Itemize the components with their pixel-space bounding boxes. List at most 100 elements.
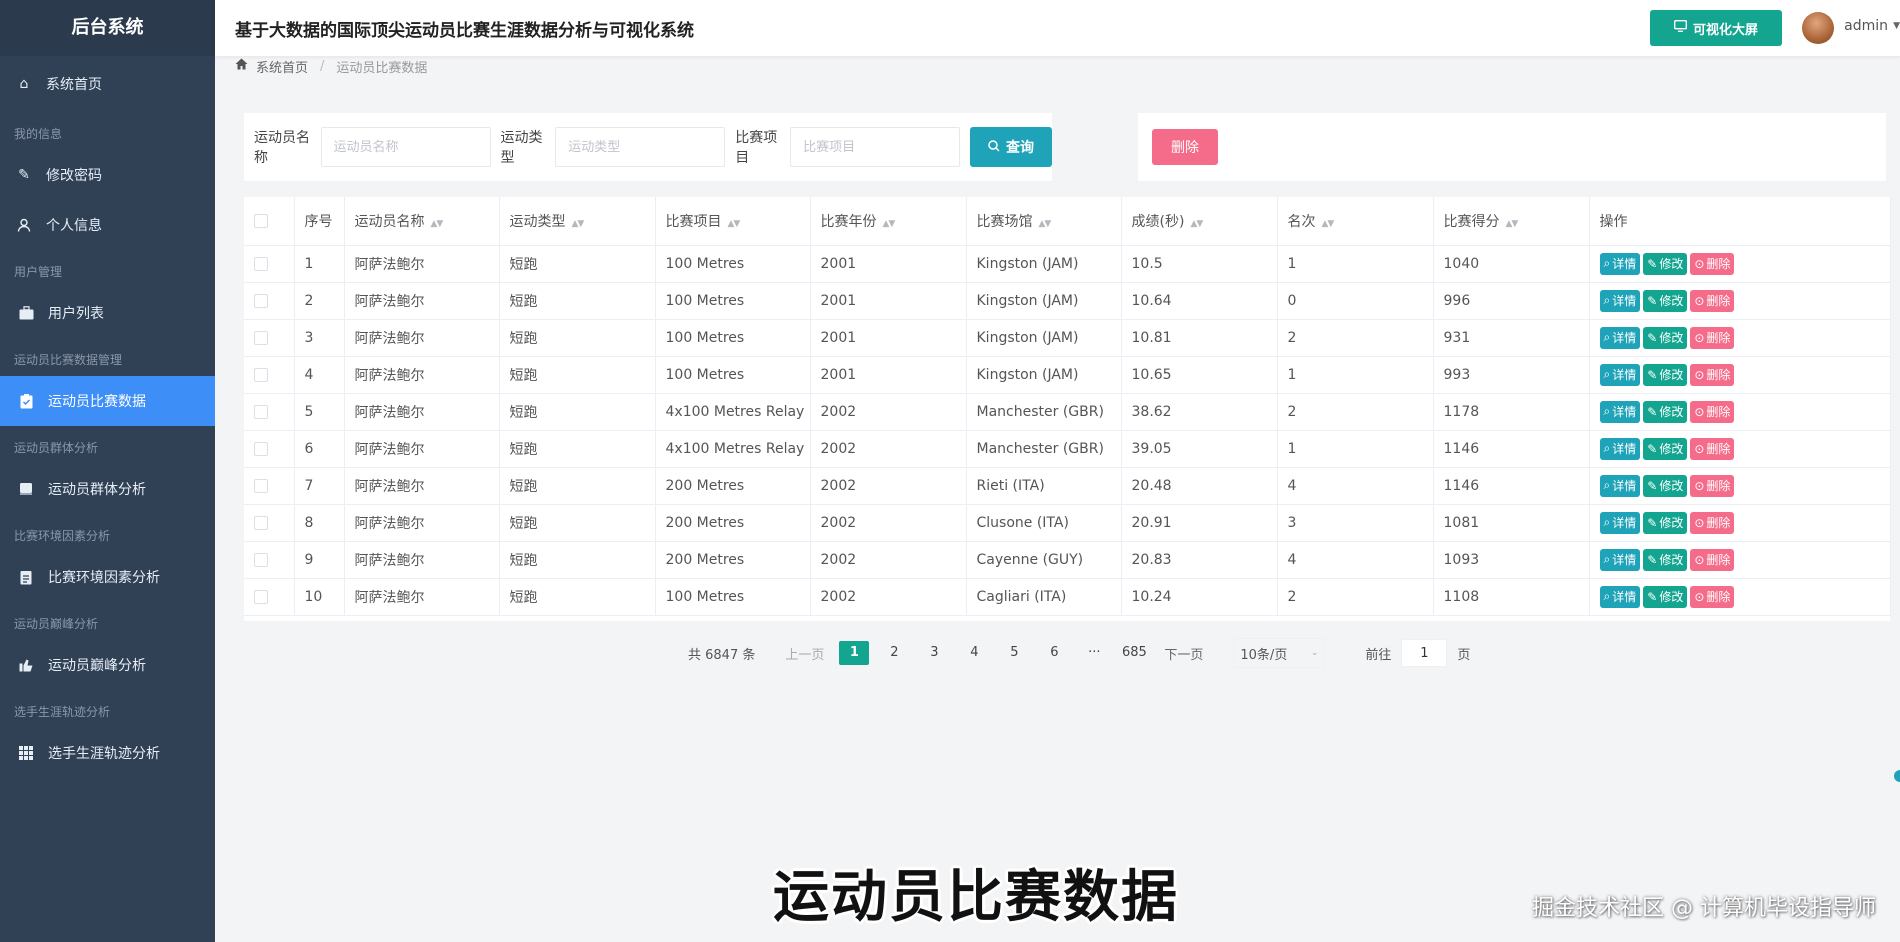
column-header[interactable]: 比赛项目 ▲▼ — [655, 197, 811, 246]
column-header[interactable]: 比赛得分 ▲▼ — [1433, 197, 1590, 246]
avatar[interactable] — [1802, 12, 1834, 44]
table-cell: 短跑 — [499, 319, 656, 357]
page-4[interactable]: 4 — [959, 641, 989, 665]
sort-icon[interactable]: ▲▼ — [1039, 219, 1052, 229]
search-icon — [988, 139, 1000, 155]
sidebar-item-environment[interactable]: 比赛环境因素分析 — [0, 552, 215, 602]
column-header: 序号 — [294, 197, 345, 246]
page-2[interactable]: 2 — [879, 641, 909, 665]
athlete-name-input[interactable] — [320, 127, 491, 167]
sidebar-item-label: 修改密码 — [46, 168, 102, 184]
monitor-icon — [1673, 19, 1687, 36]
sort-icon[interactable]: ▲▼ — [728, 219, 741, 229]
breadcrumb-home[interactable]: 系统首页 — [256, 57, 308, 76]
batch-delete-button[interactable]: 删除 — [1152, 129, 1218, 165]
detail-button[interactable]: ⌕ 详情 — [1599, 437, 1641, 460]
table-cell: 6 — [294, 430, 345, 468]
detail-button[interactable]: ⌕ 详情 — [1599, 252, 1641, 275]
page-6[interactable]: 6 — [1039, 641, 1069, 665]
delete-button[interactable]: ⊙ 删除 — [1690, 511, 1735, 534]
column-header[interactable]: 运动员名称 ▲▼ — [344, 197, 500, 246]
edit-button[interactable]: ✎ 修改 — [1643, 326, 1688, 349]
edit-button[interactable]: ✎ 修改 — [1643, 474, 1688, 497]
sort-icon[interactable]: ▲▼ — [431, 219, 444, 229]
caret-down-icon[interactable]: ▼ — [1893, 21, 1900, 31]
page-last[interactable]: 685 — [1119, 641, 1149, 665]
detail-button[interactable]: ⌕ 详情 — [1599, 585, 1641, 608]
column-header[interactable]: 名次 ▲▼ — [1277, 197, 1434, 246]
sidebar-item-match-data[interactable]: 运动员比赛数据 — [0, 376, 215, 426]
row-checkbox[interactable] — [254, 330, 268, 345]
sort-icon[interactable]: ▲▼ — [1190, 219, 1203, 229]
edit-button[interactable]: ✎ 修改 — [1643, 437, 1688, 460]
delete-button[interactable]: ⊙ 删除 — [1690, 437, 1735, 460]
sort-icon[interactable]: ▲▼ — [572, 219, 585, 229]
select-all-checkbox[interactable] — [254, 213, 268, 228]
delete-button[interactable]: ⊙ 删除 — [1690, 363, 1735, 386]
page-size-select[interactable]: 10条/页 ⌄ — [1233, 638, 1326, 668]
event-input[interactable] — [790, 127, 961, 167]
edit-button[interactable]: ✎ 修改 — [1643, 289, 1688, 312]
row-checkbox[interactable] — [254, 404, 268, 419]
column-header[interactable]: 成绩(秒) ▲▼ — [1121, 197, 1278, 246]
table-cell: 993 — [1433, 356, 1590, 394]
table-header-row: 序号 运动员名称 ▲▼ 运动类型 ▲▼ 比赛项目 ▲▼ 比赛年份 ▲▼ 比赛场馆 ▲▼ 成… — [244, 197, 1891, 246]
sidebar-item-group-analysis[interactable]: 运动员群体分析 — [0, 464, 215, 514]
row-checkbox[interactable] — [254, 478, 268, 493]
delete-button[interactable]: ⊙ 删除 — [1690, 400, 1735, 423]
edit-button[interactable]: ✎ 修改 — [1643, 252, 1688, 275]
edit-button[interactable]: ✎ 修改 — [1643, 548, 1688, 571]
delete-button[interactable]: ⊙ 删除 — [1690, 252, 1735, 275]
sort-icon[interactable]: ▲▼ — [883, 219, 896, 229]
detail-button[interactable]: ⌕ 详情 — [1599, 363, 1641, 386]
detail-button[interactable]: ⌕ 详情 — [1599, 289, 1641, 312]
delete-button[interactable]: ⊙ 删除 — [1690, 289, 1735, 312]
detail-button[interactable]: ⌕ 详情 — [1599, 511, 1641, 534]
query-button[interactable]: 查询 — [970, 127, 1052, 167]
more-pages[interactable]: ··· — [1079, 641, 1109, 665]
edit-button[interactable]: ✎ 修改 — [1643, 585, 1688, 608]
detail-button[interactable]: ⌕ 详情 — [1599, 548, 1641, 571]
sidebar-item-profile[interactable]: 个人信息 — [0, 200, 215, 250]
page-3[interactable]: 3 — [919, 641, 949, 665]
sidebar-item-change-password[interactable]: ✎ 修改密码 — [0, 150, 215, 200]
delete-button[interactable]: ⊙ 删除 — [1690, 585, 1735, 608]
detail-button[interactable]: ⌕ 详情 — [1599, 326, 1641, 349]
row-checkbox[interactable] — [254, 367, 268, 382]
delete-button[interactable]: ⊙ 删除 — [1690, 548, 1735, 571]
detail-button[interactable]: ⌕ 详情 — [1599, 474, 1641, 497]
row-checkbox[interactable] — [254, 515, 268, 530]
visual-screen-button[interactable]: 可视化大屏 — [1650, 10, 1782, 46]
edit-button[interactable]: ✎ 修改 — [1643, 363, 1688, 386]
column-header[interactable]: 比赛年份 ▲▼ — [810, 197, 967, 246]
sidebar-item-peak[interactable]: 运动员巅峰分析 — [0, 640, 215, 690]
table-cell: 2 — [1277, 393, 1434, 431]
pencil-icon: ✎ — [1647, 552, 1658, 567]
prev-page-button[interactable]: 上一页 — [785, 644, 824, 663]
goto-page-input[interactable] — [1401, 639, 1448, 667]
sidebar-item-home[interactable]: ⌂ 系统首页 — [0, 56, 215, 112]
edit-button[interactable]: ✎ 修改 — [1643, 400, 1688, 423]
delete-button[interactable]: ⊙ 删除 — [1690, 326, 1735, 349]
page-5[interactable]: 5 — [999, 641, 1029, 665]
page-1[interactable]: 1 — [839, 641, 870, 665]
user-name[interactable]: admin — [1844, 18, 1888, 34]
row-checkbox[interactable] — [254, 256, 268, 271]
sport-type-input[interactable] — [555, 127, 726, 167]
row-checkbox[interactable] — [254, 589, 268, 604]
edit-button[interactable]: ✎ 修改 — [1643, 511, 1688, 534]
sort-icon[interactable]: ▲▼ — [1322, 219, 1335, 229]
sidebar-item-label: 运动员比赛数据 — [48, 394, 146, 410]
column-header[interactable]: 运动类型 ▲▼ — [499, 197, 656, 246]
row-checkbox[interactable] — [254, 441, 268, 456]
column-header[interactable]: 比赛场馆 ▲▼ — [966, 197, 1122, 246]
detail-button[interactable]: ⌕ 详情 — [1599, 400, 1641, 423]
sidebar-item-user-list[interactable]: 用户列表 — [0, 288, 215, 338]
delete-button[interactable]: ⊙ 删除 — [1690, 474, 1735, 497]
row-checkbox[interactable] — [254, 552, 268, 567]
next-page-button[interactable]: 下一页 — [1164, 644, 1203, 663]
row-checkbox[interactable] — [254, 293, 268, 308]
sidebar-item-career[interactable]: 选手生涯轨迹分析 — [0, 728, 215, 778]
table-cell: 2 — [294, 282, 345, 320]
sort-icon[interactable]: ▲▼ — [1506, 219, 1519, 229]
